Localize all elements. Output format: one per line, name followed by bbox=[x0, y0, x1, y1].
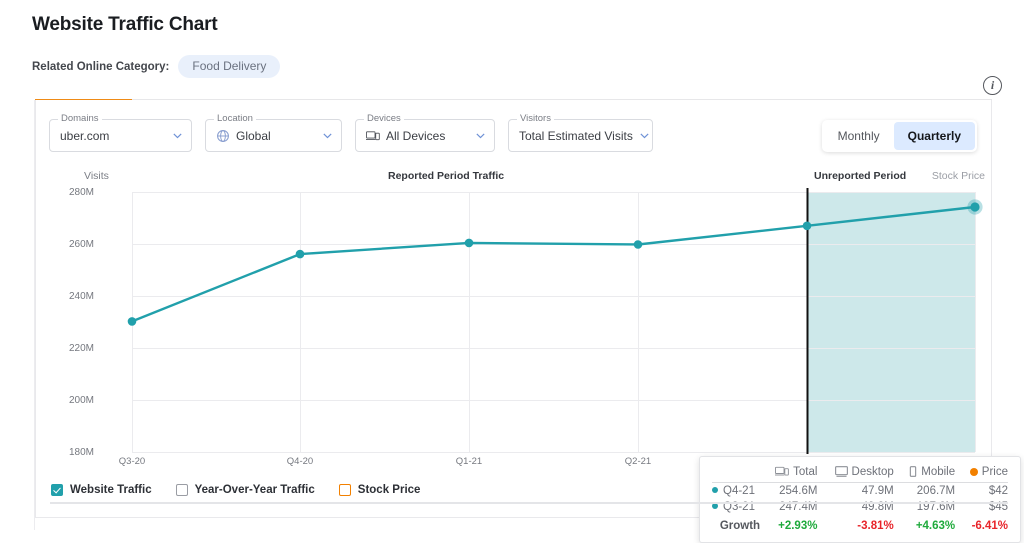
data-point-q3-21 bbox=[802, 221, 812, 231]
tooltip-col-mobile-label: Mobile bbox=[921, 466, 956, 478]
chevron-down-icon bbox=[173, 133, 182, 139]
tooltip-growth-mobile: +4.63% bbox=[915, 520, 956, 532]
legend-label-yoy-traffic: Year-Over-Year Traffic bbox=[194, 484, 315, 496]
mobile-icon bbox=[910, 466, 917, 477]
chevron-down-icon bbox=[476, 133, 485, 139]
filter-domains-label: Domains bbox=[58, 114, 102, 124]
granularity-monthly[interactable]: Monthly bbox=[824, 122, 894, 150]
x-tick-q1-21: Q1-21 bbox=[455, 456, 483, 467]
tooltip-col-desktop: Desktop bbox=[817, 464, 894, 483]
filter-location-label: Location bbox=[214, 114, 256, 124]
info-icon[interactable]: i bbox=[983, 76, 1002, 95]
filter-location-value: Global bbox=[236, 128, 271, 143]
tooltip-growth-label: Growth bbox=[719, 520, 761, 532]
tooltip-row-growth: Growth +2.93% -3.81% +4.63% -6.41% bbox=[712, 515, 1008, 534]
price-dot-icon bbox=[969, 468, 978, 476]
data-point-q2-21 bbox=[633, 240, 643, 249]
x-tick-q2-21: Q2-21 bbox=[624, 456, 652, 467]
globe-icon bbox=[217, 129, 229, 142]
traffic-chart-card: Domains uber.com Location Global Devices… bbox=[35, 100, 1021, 543]
filter-domains[interactable]: Domains uber.com bbox=[49, 114, 192, 152]
tooltip-col-total: Total bbox=[760, 464, 818, 483]
checkbox-stock-price[interactable] bbox=[338, 484, 351, 496]
tooltip-growth-price: -6.41% bbox=[971, 520, 1008, 532]
chart-area: Visits Reported Period Traffic Unreporte… bbox=[36, 168, 1021, 543]
legend-item-yoy-traffic[interactable]: Year-Over-Year Traffic bbox=[175, 484, 315, 496]
data-point-q4-20 bbox=[295, 249, 305, 259]
page-title: Website Traffic Chart bbox=[32, 14, 218, 35]
x-tick-q4-20: Q4-20 bbox=[286, 456, 314, 467]
tooltip-row-q4-21: Q4-21 254.6M 47.9M 206.7M $42 bbox=[712, 483, 1008, 500]
granularity-toggle: Monthly Quarterly bbox=[821, 120, 977, 152]
chevron-down-icon bbox=[323, 133, 332, 139]
data-point-q3-20 bbox=[127, 317, 137, 326]
legend-label-stock-price: Stock Price bbox=[357, 484, 421, 496]
category-chip[interactable]: Food Delivery bbox=[178, 55, 281, 78]
legend-label-website-traffic: Website Traffic bbox=[70, 484, 152, 496]
related-category-label: Related Online Category: bbox=[32, 60, 170, 73]
tooltip-growth-desktop: -3.81% bbox=[857, 520, 894, 532]
devices-icon bbox=[366, 130, 380, 140]
filter-location[interactable]: Location Global bbox=[205, 114, 342, 152]
tooltip-q4-21-mobile: 206.7M bbox=[916, 485, 956, 497]
desktop-icon bbox=[834, 466, 848, 477]
filter-visitors-label: Visitors bbox=[517, 114, 554, 124]
tooltip-q4-21-total: 254.6M bbox=[779, 485, 818, 497]
filter-devices-label: Devices bbox=[364, 114, 404, 124]
legend-item-stock-price[interactable]: Stock Price bbox=[338, 484, 421, 496]
filter-visitors-value: Total Estimated Visits bbox=[519, 128, 633, 143]
filter-domains-value: uber.com bbox=[60, 128, 110, 143]
tooltip-col-mobile: Mobile bbox=[893, 464, 956, 483]
series-dot-icon bbox=[712, 487, 718, 493]
checkbox-website-traffic[interactable] bbox=[51, 484, 63, 496]
chevron-down-icon bbox=[640, 133, 649, 139]
tooltip-col-desktop-label: Desktop bbox=[851, 466, 894, 478]
tooltip-growth-total: +2.93% bbox=[778, 520, 818, 532]
filter-devices-value: All Devices bbox=[386, 128, 446, 143]
tooltip-q4-21-desktop: 47.9M bbox=[861, 485, 894, 497]
x-tick-q3-20: Q3-20 bbox=[118, 456, 146, 467]
granularity-quarterly[interactable]: Quarterly bbox=[893, 122, 975, 150]
bottom-divider bbox=[50, 502, 1008, 504]
legend-item-website-traffic[interactable]: Website Traffic bbox=[51, 484, 152, 496]
data-point-q4-21 bbox=[970, 202, 980, 212]
tooltip-col-price: Price bbox=[955, 464, 1008, 483]
filter-devices[interactable]: Devices All Devices bbox=[355, 114, 495, 152]
tooltip-q4-21-price: $42 bbox=[988, 485, 1008, 497]
filter-visitors[interactable]: Visitors Total Estimated Visits bbox=[508, 114, 653, 152]
tooltip-col-total-label: Total bbox=[793, 466, 818, 478]
chart-legend: Website Traffic Year-Over-Year Traffic S… bbox=[51, 484, 420, 496]
filter-bar: Domains uber.com Location Global Devices… bbox=[49, 114, 653, 152]
unreported-band bbox=[807, 192, 975, 452]
checkbox-yoy-traffic[interactable] bbox=[175, 484, 188, 496]
tooltip-row-q4-21-label: Q4-21 bbox=[712, 483, 760, 500]
data-point-q1-21 bbox=[464, 238, 474, 248]
tooltip-col-blank bbox=[712, 464, 761, 483]
devices-icon bbox=[775, 466, 790, 476]
related-category-row: Related Online Category: Food Delivery bbox=[32, 55, 281, 78]
tooltip-col-price-label: Price bbox=[981, 466, 1008, 478]
chart-plot bbox=[127, 188, 983, 454]
